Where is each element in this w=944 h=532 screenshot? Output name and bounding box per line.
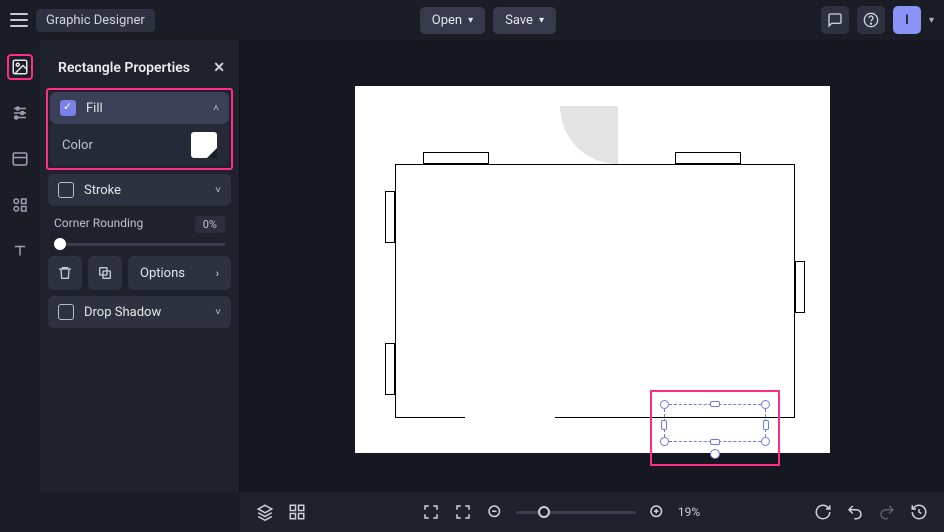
open-button[interactable]: Open ▾ bbox=[420, 7, 485, 34]
color-label: Color bbox=[62, 138, 93, 153]
corner-rounding-value[interactable]: 0% bbox=[195, 216, 225, 233]
rect-left-lower[interactable] bbox=[385, 343, 395, 395]
open-label: Open bbox=[432, 13, 462, 28]
help-button[interactable] bbox=[857, 6, 885, 34]
rotation-handle[interactable] bbox=[710, 449, 720, 459]
zoom-slider-thumb[interactable] bbox=[538, 506, 550, 518]
close-icon[interactable]: ✕ bbox=[213, 60, 225, 76]
app-title: Graphic Designer bbox=[36, 9, 155, 32]
dropshadow-section-header[interactable]: Drop Shadow ˅ bbox=[48, 296, 231, 328]
rect-top-right[interactable] bbox=[675, 152, 741, 164]
history-button[interactable] bbox=[908, 501, 930, 523]
resize-handle-left[interactable] bbox=[661, 420, 667, 430]
chevron-right-icon: › bbox=[216, 267, 219, 280]
rect-right[interactable] bbox=[795, 261, 805, 313]
zoom-percentage: 19% bbox=[678, 505, 700, 519]
refresh-button[interactable] bbox=[812, 501, 834, 523]
fill-color-row: Color bbox=[50, 124, 229, 166]
stroke-checkbox[interactable] bbox=[58, 182, 74, 198]
resize-handle-bl[interactable] bbox=[660, 437, 669, 446]
redo-button[interactable] bbox=[876, 501, 898, 523]
fill-color-swatch[interactable] bbox=[191, 132, 217, 158]
resize-handle-br[interactable] bbox=[761, 437, 770, 446]
corner-rounding-label: Corner Rounding bbox=[54, 216, 143, 233]
save-label: Save bbox=[505, 13, 533, 28]
rect-top-left[interactable] bbox=[423, 152, 489, 164]
dropshadow-label: Drop Shadow bbox=[84, 305, 161, 320]
options-button[interactable]: Options › bbox=[128, 256, 231, 290]
properties-panel: Rectangle Properties ✕ Fill ˄ Color Stro… bbox=[40, 40, 240, 492]
sliders-tool[interactable] bbox=[7, 100, 33, 126]
undo-button[interactable] bbox=[844, 501, 866, 523]
fill-checkbox[interactable] bbox=[60, 100, 76, 116]
layout-tool[interactable] bbox=[7, 146, 33, 172]
zoom-slider[interactable] bbox=[516, 511, 636, 514]
delete-button[interactable] bbox=[48, 256, 82, 290]
resize-handle-tr[interactable] bbox=[761, 400, 770, 409]
rect-outer[interactable] bbox=[395, 164, 795, 418]
resize-handle-bottom[interactable] bbox=[710, 439, 720, 445]
fit-button[interactable] bbox=[452, 501, 474, 523]
gap-bottom bbox=[465, 408, 555, 420]
image-tool[interactable] bbox=[7, 54, 33, 80]
dropshadow-checkbox[interactable] bbox=[58, 304, 74, 320]
save-button[interactable]: Save ▾ bbox=[493, 7, 556, 34]
stroke-label: Stroke bbox=[84, 183, 121, 198]
corner-rounding-slider[interactable] bbox=[54, 243, 225, 246]
selected-rectangle[interactable] bbox=[664, 404, 766, 442]
grid-button[interactable] bbox=[286, 501, 308, 523]
chevron-down-icon: ▾ bbox=[468, 15, 473, 26]
zoom-in-button[interactable] bbox=[646, 501, 668, 523]
chevron-up-icon[interactable]: ˄ bbox=[213, 103, 219, 114]
bottom-toolbar: 19% bbox=[240, 492, 944, 532]
account-menu-chevron[interactable]: ▾ bbox=[929, 15, 934, 26]
zoom-out-button[interactable] bbox=[484, 501, 506, 523]
quarter-circle-shape[interactable] bbox=[560, 106, 618, 164]
duplicate-button[interactable] bbox=[88, 256, 122, 290]
resize-handle-top[interactable] bbox=[710, 401, 720, 407]
fill-section-highlight: Fill ˄ Color bbox=[46, 88, 233, 170]
rect-left-upper[interactable] bbox=[385, 191, 395, 243]
slider-thumb[interactable] bbox=[54, 238, 66, 250]
chevron-down-icon[interactable]: ˅ bbox=[215, 185, 221, 196]
avatar[interactable]: I bbox=[893, 6, 921, 34]
options-label: Options bbox=[140, 266, 185, 281]
resize-handle-tl[interactable] bbox=[660, 400, 669, 409]
left-rail bbox=[0, 40, 40, 532]
panel-title: Rectangle Properties bbox=[58, 60, 190, 76]
chevron-down-icon[interactable]: ˅ bbox=[215, 307, 221, 318]
selection-highlight bbox=[650, 390, 780, 466]
shapes-tool[interactable] bbox=[7, 192, 33, 218]
canvas[interactable] bbox=[240, 40, 944, 492]
chevron-down-icon: ▾ bbox=[539, 15, 544, 26]
fullscreen-button[interactable] bbox=[420, 501, 442, 523]
fill-section-header[interactable]: Fill ˄ bbox=[50, 92, 229, 124]
text-tool[interactable] bbox=[7, 238, 33, 264]
resize-handle-right[interactable] bbox=[763, 420, 769, 430]
layers-button[interactable] bbox=[254, 501, 276, 523]
comment-button[interactable] bbox=[821, 6, 849, 34]
fill-label: Fill bbox=[86, 101, 103, 116]
menu-button[interactable] bbox=[10, 13, 28, 27]
stroke-section-header[interactable]: Stroke ˅ bbox=[48, 174, 231, 206]
